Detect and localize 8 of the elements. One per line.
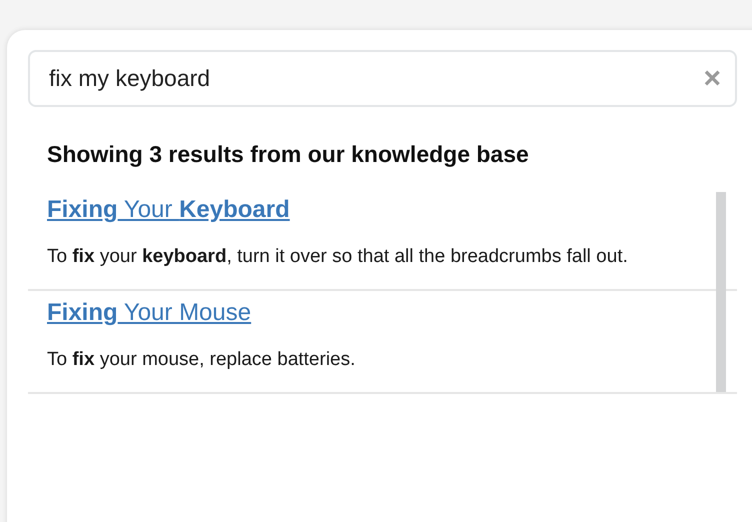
result-description: To fix your keyboard, turn it over so that all the breadcrumbs fall out. [47,245,629,269]
results-heading: Showing 3 results from our knowledge base [47,141,530,168]
scrollbar-thumb[interactable] [716,192,726,392]
clear-button[interactable]: × [703,64,721,94]
result-description: To fix your mouse, replace batteries. [47,348,356,372]
result-link[interactable]: Fixing Your Keyboard [47,196,290,224]
result-link[interactable]: Fixing Your Mouse [47,298,252,327]
search-field[interactable]: fix my keyboard × [28,50,737,107]
